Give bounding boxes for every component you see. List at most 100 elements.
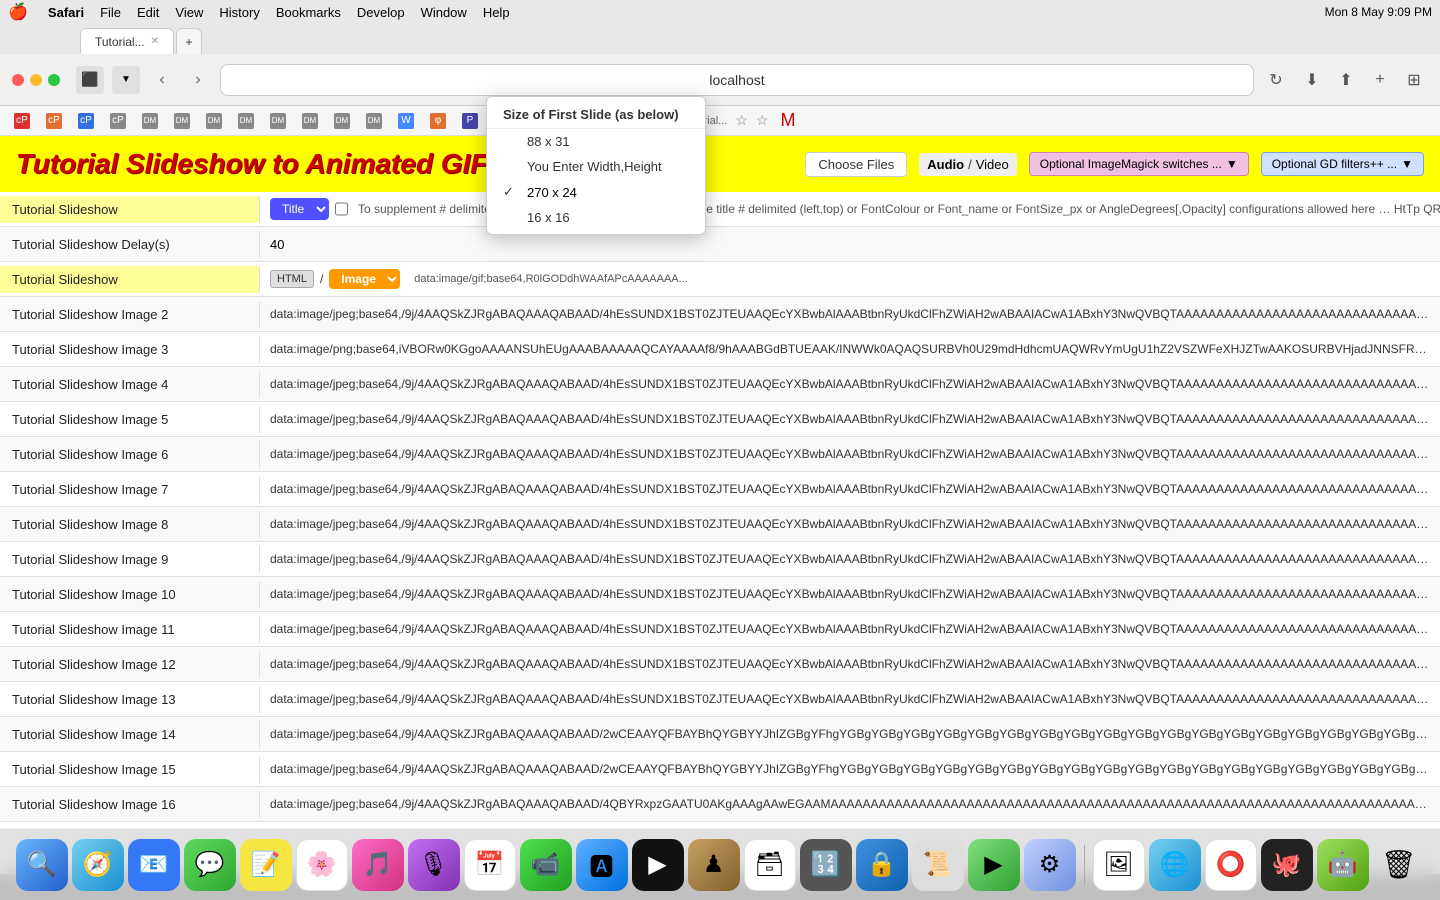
delay-input[interactable]: [270, 237, 330, 252]
dock-notes[interactable]: 📝: [240, 839, 292, 891]
download-button[interactable]: ⬇: [1298, 66, 1326, 94]
bookmark-dm4[interactable]: DM: [232, 111, 260, 131]
dock-trash[interactable]: 🗑: [1373, 839, 1425, 891]
bookmark-extra1[interactable]: ☆: [756, 112, 769, 129]
dock-bitwarden[interactable]: 🔒: [856, 839, 908, 891]
dock-appstore[interactable]: 🅰: [576, 839, 628, 891]
bookmark-icon-dm3: DM: [206, 113, 222, 129]
dock-itv-icon: ▶: [648, 850, 666, 879]
bookmark-icon-cp4: cP: [110, 113, 126, 129]
bookmark-cp1[interactable]: cP: [8, 111, 36, 131]
menubar-develop[interactable]: Develop: [357, 5, 405, 20]
audio-button[interactable]: Audio: [927, 157, 964, 172]
bookmark-cp2[interactable]: cP: [40, 111, 68, 131]
imagemagick-button[interactable]: Optional ImageMagick switches ... ▼: [1029, 152, 1249, 176]
dock-podcasts[interactable]: 🎙: [408, 839, 460, 891]
active-tab[interactable]: Tutorial... ✕: [80, 28, 174, 54]
address-bar[interactable]: localhost: [220, 64, 1254, 96]
bookmark-dm3[interactable]: DM: [200, 111, 228, 131]
title-checkbox[interactable]: [335, 201, 348, 217]
table-row-title: Tutorial Slideshow Title To supplement #…: [0, 192, 1440, 227]
bookmark-w[interactable]: W: [392, 111, 420, 131]
dock-safari2[interactable]: 🌐: [1149, 839, 1201, 891]
tab-close-icon[interactable]: ✕: [151, 36, 159, 47]
new-tab-toolbar-button[interactable]: +: [1366, 66, 1394, 94]
bookmark-p[interactable]: P: [456, 111, 484, 131]
bookmark-dm8[interactable]: DM: [360, 111, 388, 131]
dropdown-option-custom[interactable]: You Enter Width,Height: [487, 154, 705, 179]
bookmark-icon-phi: φ: [430, 113, 446, 129]
dock-script-editor[interactable]: 📜: [912, 839, 964, 891]
sidebar-toggle-button[interactable]: ⬛: [76, 66, 104, 94]
bookmark-cp3[interactable]: cP: [72, 111, 100, 131]
apple-menu-icon[interactable]: 🍎: [8, 2, 28, 22]
new-tab-button[interactable]: +: [176, 28, 202, 54]
choose-files-button[interactable]: Choose Files: [805, 152, 907, 177]
dock-preview[interactable]: 🖼: [1093, 839, 1145, 891]
bookmark-dm1[interactable]: DM: [136, 111, 164, 131]
dock-android[interactable]: 🤖: [1317, 839, 1369, 891]
bookmark-dm7[interactable]: DM: [328, 111, 356, 131]
dock-calendar[interactable]: 📅: [464, 839, 516, 891]
dock-chess[interactable]: ♟: [688, 839, 740, 891]
bookmark-dm2[interactable]: DM: [168, 111, 196, 131]
menubar-file[interactable]: File: [100, 5, 121, 20]
image-13-value: data:image/jpeg;base64,/9j/4AAQSkZJRgABA…: [260, 686, 1440, 712]
dock-filezilla[interactable]: 🗃: [744, 839, 796, 891]
bookmark-dm5[interactable]: DM: [264, 111, 292, 131]
back-button[interactable]: ‹: [148, 66, 176, 94]
dock-launchpad[interactable]: ⚙: [1024, 839, 1076, 891]
grid-view-button[interactable]: ⊞: [1400, 66, 1428, 94]
menubar-help[interactable]: Help: [483, 5, 510, 20]
dock-chrome[interactable]: ⭕: [1205, 839, 1257, 891]
dock-photos[interactable]: 🌸: [296, 839, 348, 891]
dock-separator: [1084, 845, 1085, 885]
dock-music[interactable]: 🎵: [352, 839, 404, 891]
title-dropdown[interactable]: Title: [270, 198, 329, 220]
dock-facetime-icon: 📹: [531, 850, 561, 879]
bookmark-cp4[interactable]: cP: [104, 111, 132, 131]
dock-itv[interactable]: ▶: [632, 839, 684, 891]
dropdown-option-16x16[interactable]: 16 x 16: [487, 205, 705, 230]
dock-messages[interactable]: 💬: [184, 839, 236, 891]
menubar-history[interactable]: History: [219, 5, 259, 20]
dock-finder[interactable]: 🔍: [16, 839, 68, 891]
gd-filters-label: Optional GD filters++ ...: [1272, 157, 1397, 171]
bookmark-icon-dm5: DM: [270, 113, 286, 129]
imagemagick-dropdown-icon: ▼: [1226, 157, 1238, 171]
image-type-select[interactable]: Image: [329, 269, 400, 289]
bookmark-phi[interactable]: φ: [424, 111, 452, 131]
dock-mail[interactable]: 📧: [128, 839, 180, 891]
menubar-edit[interactable]: Edit: [137, 5, 159, 20]
dropdown-option-270x24[interactable]: ✓ 270 x 24: [487, 179, 705, 205]
sidebar-dropdown-button[interactable]: ▼: [112, 66, 140, 94]
forward-button[interactable]: ›: [184, 66, 212, 94]
maximize-window-button[interactable]: [48, 74, 60, 86]
minimize-window-button[interactable]: [30, 74, 42, 86]
dock-safari2-icon: 🌐: [1160, 850, 1190, 879]
dock-music-icon: 🎵: [363, 850, 393, 879]
gmail-icon[interactable]: M: [780, 110, 795, 131]
menubar-window[interactable]: Window: [421, 5, 467, 20]
menubar-safari[interactable]: Safari: [48, 5, 84, 20]
video-button[interactable]: Video: [976, 157, 1009, 172]
dock-safari[interactable]: 🧭: [72, 839, 124, 891]
dock-github[interactable]: 🐙: [1261, 839, 1313, 891]
image-8-label: Tutorial Slideshow Image 8: [0, 511, 260, 538]
image-15-value: data:image/jpeg;base64,/9j/4AAQSkZJRgABA…: [260, 756, 1440, 782]
gd-filters-button[interactable]: Optional GD filters++ ... ▼: [1261, 152, 1424, 176]
dock-facetime[interactable]: 📹: [520, 839, 572, 891]
share-button[interactable]: ⬆: [1332, 66, 1360, 94]
image-2-value: data:image/jpeg;base64,/9j/4AAQSkZJRgABA…: [260, 301, 1440, 327]
dock-calculator[interactable]: 🔢: [800, 839, 852, 891]
delay-row-value[interactable]: [260, 231, 1440, 258]
close-window-button[interactable]: [12, 74, 24, 86]
menubar-bookmarks[interactable]: Bookmarks: [276, 5, 341, 20]
tab-bar: Tutorial... ✕ +: [0, 24, 1440, 54]
reload-button[interactable]: ↻: [1262, 66, 1290, 94]
dropdown-option-88x31[interactable]: 88 x 31: [487, 129, 705, 154]
bookmark-dm6[interactable]: DM: [296, 111, 324, 131]
bookmark-star-empty[interactable]: ☆: [735, 112, 748, 129]
menubar-view[interactable]: View: [175, 5, 203, 20]
dock-coderunner[interactable]: ▶: [968, 839, 1020, 891]
